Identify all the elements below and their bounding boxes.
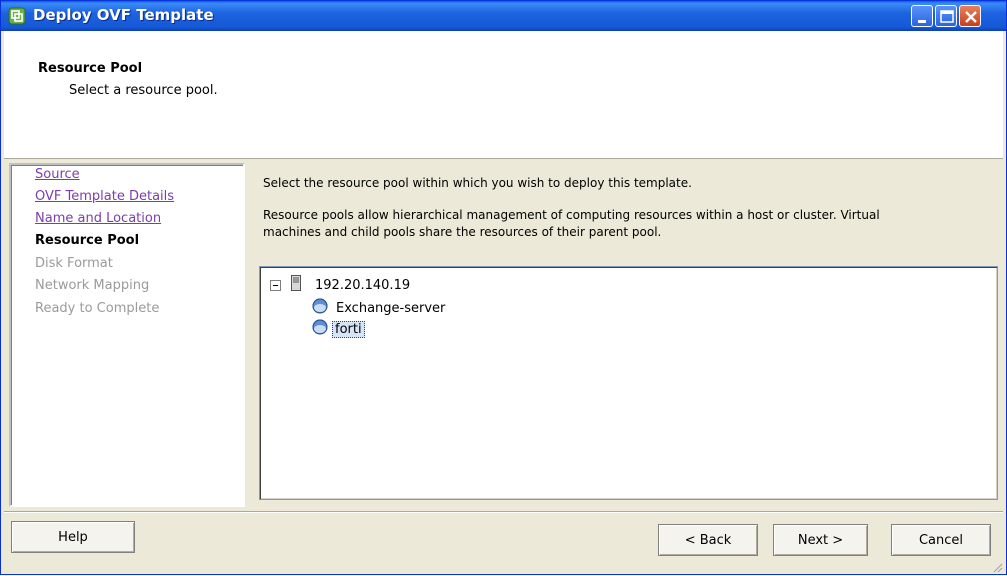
- cancel-button[interactable]: Cancel: [891, 524, 991, 556]
- nav-step-resource-pool: Resource Pool: [35, 233, 140, 248]
- resize-grip-icon[interactable]: [991, 561, 1003, 576]
- wizard-steps-nav: Source OVF Template Details Name and Loc…: [9, 163, 245, 507]
- nav-step-ready-to-complete: Ready to Complete: [35, 301, 160, 316]
- close-icon: [965, 11, 977, 23]
- server-icon: [291, 275, 301, 295]
- minimize-button[interactable]: [911, 5, 933, 27]
- tree-pool-row-selected[interactable]: forti: [312, 319, 365, 339]
- minimize-icon: [918, 20, 926, 23]
- footer-divider: [4, 511, 1003, 513]
- description-line-2: machines and child pools share the resou…: [263, 225, 662, 239]
- resource-pool-icon: [312, 319, 328, 339]
- resource-pool-tree[interactable]: 192.20.140.19 Exchange-server forti: [259, 266, 998, 500]
- window-title: Deploy OVF Template: [33, 6, 214, 24]
- title-bar[interactable]: Deploy OVF Template: [1, 1, 1006, 31]
- description-line-1: Resource pools allow hierarchical manage…: [263, 208, 880, 222]
- back-button[interactable]: < Back: [658, 524, 758, 556]
- tree-host-row[interactable]: 192.20.140.19: [270, 275, 410, 295]
- nav-step-source[interactable]: Source: [35, 167, 80, 182]
- nav-step-disk-format: Disk Format: [35, 256, 113, 271]
- pool-label-selected: forti: [332, 320, 365, 338]
- close-button[interactable]: [959, 5, 981, 27]
- page-subtitle: Select a resource pool.: [69, 83, 218, 98]
- collapse-toggle-icon[interactable]: [270, 279, 281, 291]
- pool-label: Exchange-server: [336, 300, 446, 316]
- host-label: 192.20.140.19: [315, 277, 411, 293]
- instruction-text: Select the resource pool within which yo…: [263, 176, 692, 190]
- nav-step-network-mapping: Network Mapping: [35, 278, 150, 293]
- nav-step-ovf-template-details[interactable]: OVF Template Details: [35, 189, 174, 204]
- next-button[interactable]: Next >: [773, 524, 868, 556]
- resource-pool-icon: [312, 298, 328, 318]
- help-button[interactable]: Help: [11, 521, 135, 553]
- tree-pool-row[interactable]: Exchange-server: [312, 298, 445, 318]
- page-title: Resource Pool: [38, 61, 143, 76]
- nav-step-name-and-location[interactable]: Name and Location: [35, 211, 161, 226]
- wizard-header: Resource Pool Select a resource pool.: [4, 31, 1003, 159]
- vsphere-app-icon: [8, 7, 26, 25]
- maximize-icon: [940, 10, 954, 23]
- maximize-button[interactable]: [935, 5, 957, 27]
- deploy-ovf-window: Deploy OVF Template Resource Pool Select…: [0, 0, 1007, 575]
